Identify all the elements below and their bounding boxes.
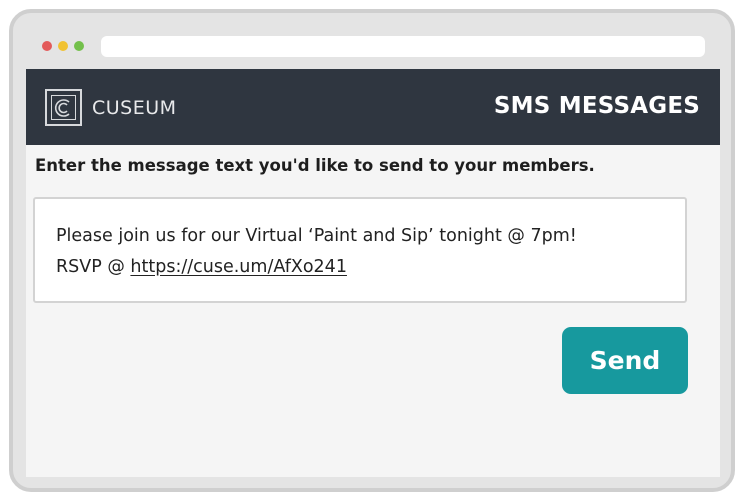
message-rsvp-prefix: RSVP @: [56, 257, 131, 277]
browser-toolbar: [13, 13, 731, 73]
message-textarea[interactable]: Please join us for our Virtual ‘Paint an…: [33, 197, 687, 303]
address-bar[interactable]: [101, 36, 705, 57]
message-line-1: Please join us for our Virtual ‘Paint an…: [56, 226, 577, 246]
rsvp-link[interactable]: https://cuse.um/AfXo241: [130, 257, 347, 277]
app-header: CUSEUM SMS MESSAGES: [26, 69, 720, 145]
maximize-window-button[interactable]: [74, 41, 84, 51]
message-line-2: RSVP @ https://cuse.um/AfXo241: [56, 252, 665, 283]
page-title: SMS MESSAGES: [493, 93, 700, 119]
close-window-button[interactable]: [42, 41, 52, 51]
cuseum-logo-icon: [45, 89, 82, 126]
logo-text: CUSEUM: [92, 96, 177, 119]
minimize-window-button[interactable]: [58, 41, 68, 51]
browser-window: CUSEUM SMS MESSAGES Enter the message te…: [9, 9, 735, 492]
cuseum-logo[interactable]: CUSEUM: [45, 89, 177, 126]
message-prompt-label: Enter the message text you'd like to sen…: [35, 156, 595, 175]
send-button[interactable]: Send: [562, 327, 688, 394]
